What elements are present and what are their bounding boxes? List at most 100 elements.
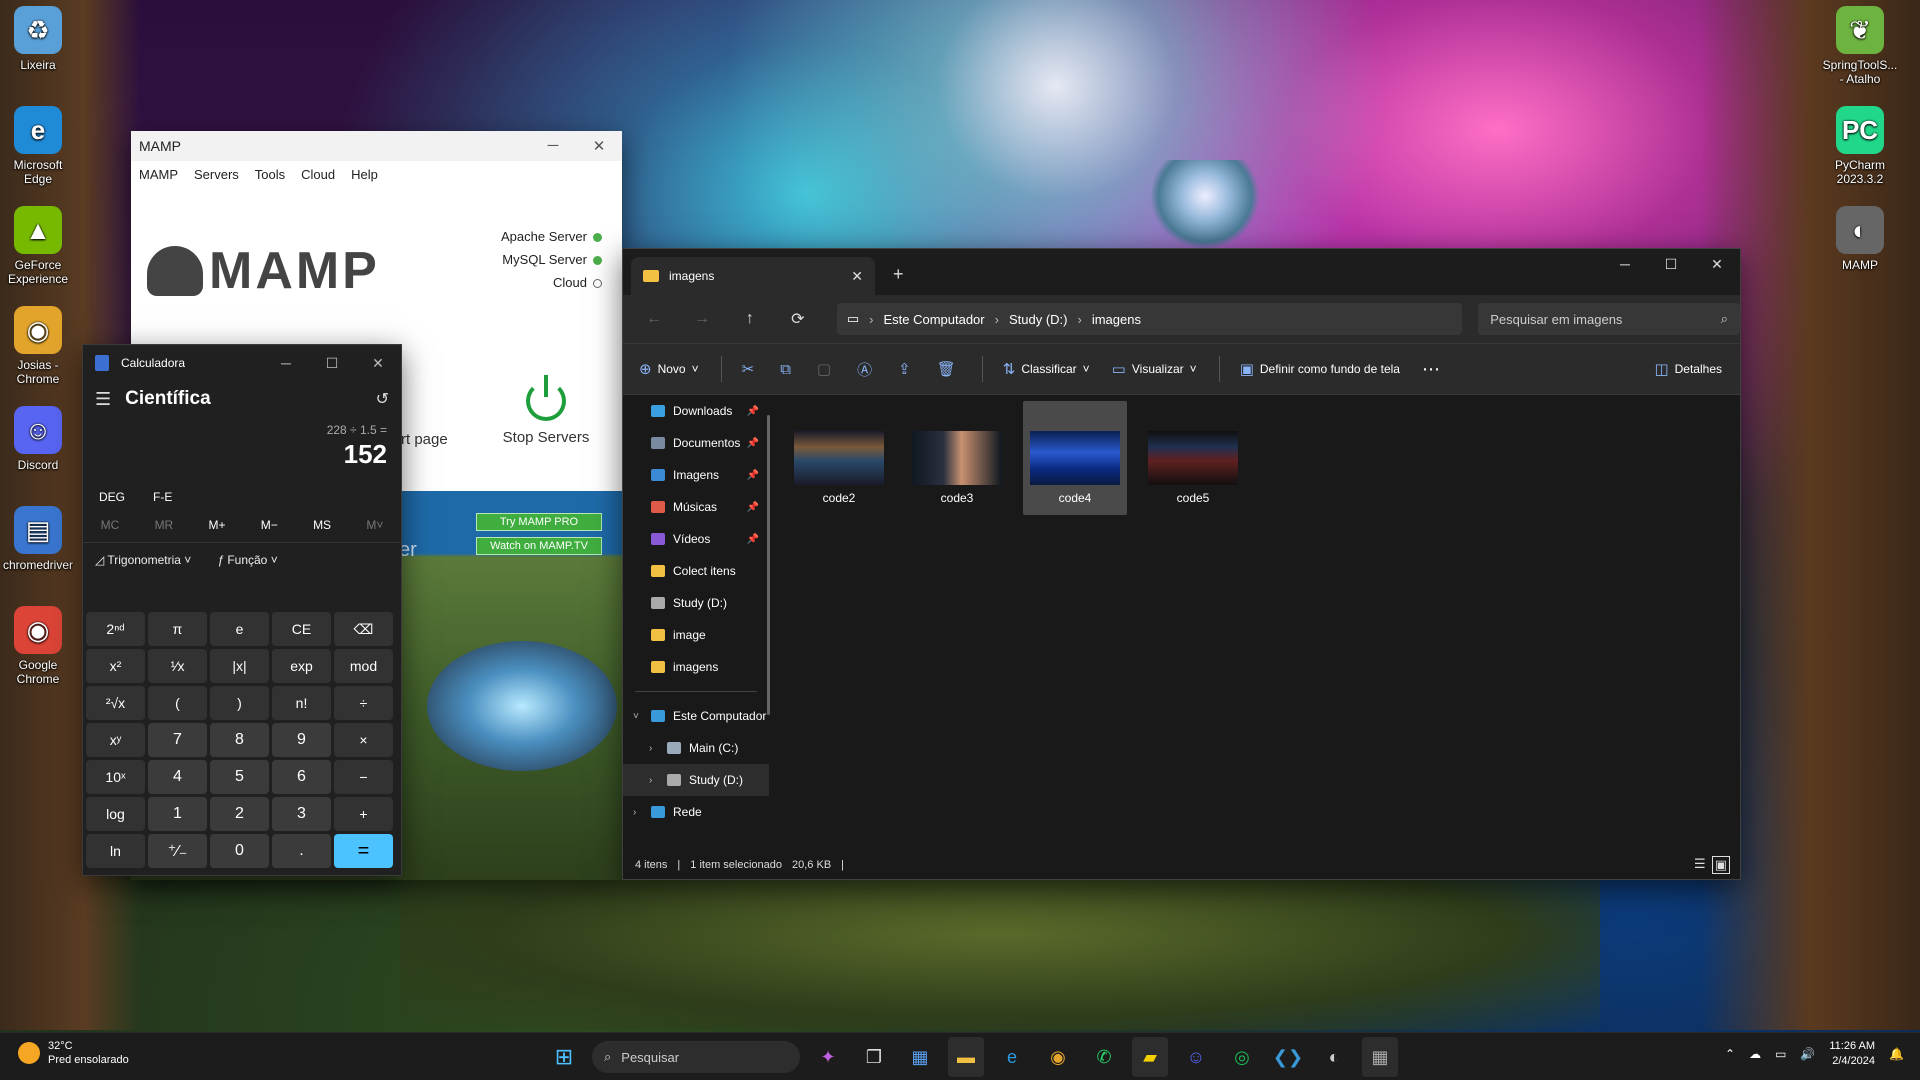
desktop-icon[interactable]: ❦ SpringToolS... - Atalho — [1822, 6, 1898, 86]
rename-icon[interactable]: Ⓐ — [857, 359, 872, 380]
start-icon[interactable]: ⊞ — [546, 1037, 582, 1077]
m-plus-button[interactable]: M+ — [209, 518, 226, 532]
calc-key[interactable]: x² — [86, 649, 145, 683]
delete-icon[interactable]: 🗑 — [937, 360, 956, 378]
chevron-right-icon[interactable]: › — [649, 743, 652, 754]
menu-help[interactable]: Help — [351, 167, 378, 182]
sidebar-item[interactable]: Músicas 📌 — [623, 491, 769, 523]
stop-servers-button[interactable]: Stop Servers — [486, 375, 606, 446]
paste-icon[interactable]: ▢ — [817, 360, 831, 378]
calc-key[interactable]: = — [334, 834, 393, 868]
notifications-icon[interactable]: 🔔 — [1889, 1047, 1904, 1061]
sidebar-item[interactable]: Vídeos 📌 — [623, 523, 769, 555]
calc-key[interactable]: 9 — [272, 723, 331, 757]
desktop-icon[interactable]: ◉ Josias - Chrome — [0, 306, 76, 386]
breadcrumb-este-computador[interactable]: Este Computador — [883, 312, 984, 327]
calc-key[interactable]: e — [210, 612, 269, 646]
file-explorer-icon[interactable]: ▬ — [948, 1037, 984, 1077]
store-icon[interactable]: ▦ — [902, 1037, 938, 1077]
calc-key[interactable]: 2ⁿᵈ — [86, 612, 145, 646]
desktop-icon[interactable]: PC PyCharm 2023.3.2 — [1822, 106, 1898, 186]
calc-key[interactable]: 3 — [272, 797, 331, 831]
ms-button[interactable]: MS — [313, 518, 331, 532]
sort-button[interactable]: ⇅ Classificar ˅ — [1003, 360, 1090, 378]
whatsapp-icon[interactable]: ✆ — [1086, 1037, 1122, 1077]
clock[interactable]: 11:26 AM 2/4/2024 — [1829, 1039, 1875, 1069]
close-icon[interactable]: ✕ — [355, 355, 401, 372]
search-input[interactable]: Pesquisar em imagens ⌕ — [1478, 303, 1740, 335]
sidebar-item[interactable]: Imagens 📌 — [623, 459, 769, 491]
menu-cloud[interactable]: Cloud — [301, 167, 335, 182]
calc-key[interactable]: ¹⁄x — [148, 649, 207, 683]
mamp-titlebar[interactable]: MAMP ─ ✕ — [131, 131, 622, 161]
spotify-icon[interactable]: ◎ — [1224, 1037, 1260, 1077]
calc-key[interactable]: xʸ — [86, 723, 145, 757]
desktop-icon[interactable]: ◐ MAMP — [1822, 206, 1898, 272]
set-wallpaper-button[interactable]: ▣ Definir como fundo de tela — [1240, 360, 1400, 378]
calc-key[interactable]: 4 — [148, 760, 207, 794]
copilot-icon[interactable]: ✦ — [810, 1037, 846, 1077]
menu-tools[interactable]: Tools — [255, 167, 285, 182]
open-start-page-button[interactable]: rt page — [401, 431, 448, 448]
copy-icon[interactable]: ⧉ — [780, 361, 791, 378]
sidebar-item[interactable]: Downloads 📌 — [623, 395, 769, 427]
chevron-right-icon[interactable]: › — [649, 775, 652, 786]
new-tab-icon[interactable]: + — [893, 264, 904, 285]
calc-key[interactable]: 2 — [210, 797, 269, 831]
sidebar-item[interactable]: Documentos 📌 — [623, 427, 769, 459]
calc-key[interactable]: 7 — [148, 723, 207, 757]
calc-key[interactable]: CE — [272, 612, 331, 646]
details-view-icon[interactable]: ☰ — [1694, 856, 1706, 874]
desktop-icon[interactable]: ▤ chromedriver — [0, 506, 76, 572]
desktop-icon[interactable]: ♻ Lixeira — [0, 6, 76, 72]
history-icon[interactable]: ↺ — [376, 389, 389, 409]
file-item[interactable]: code3 — [905, 401, 1009, 515]
calc-key[interactable]: n! — [272, 686, 331, 720]
onedrive-icon[interactable]: ☁ — [1749, 1047, 1761, 1061]
calc-key[interactable]: π — [148, 612, 207, 646]
angle-mode-button[interactable]: DEG — [99, 490, 125, 504]
task-view-icon[interactable]: ❐ — [856, 1037, 892, 1077]
back-arrow-icon[interactable]: ← — [633, 310, 675, 328]
new-button[interactable]: ⊕ Novo ˅ — [639, 360, 699, 378]
volume-icon[interactable]: 🔊 — [1800, 1047, 1815, 1061]
minimize-icon[interactable]: ─ — [530, 137, 576, 155]
view-button[interactable]: ▭ Visualizar ˅ — [1112, 360, 1197, 378]
calc-key[interactable]: 5 — [210, 760, 269, 794]
calc-key[interactable]: . — [272, 834, 331, 868]
refresh-icon[interactable]: ⟳ — [777, 309, 819, 329]
calc-key[interactable]: 8 — [210, 723, 269, 757]
desktop-icon[interactable]: e Microsoft Edge — [0, 106, 76, 186]
mc-button[interactable]: MC — [101, 518, 120, 532]
calc-key[interactable]: ( — [148, 686, 207, 720]
close-icon[interactable]: ✕ — [1694, 249, 1740, 279]
calculator-titlebar[interactable]: Calculadora ─ ☐ ✕ — [83, 345, 401, 381]
tiles-view-icon[interactable]: ▣ — [1711, 856, 1730, 874]
taskbar-search[interactable]: ⌕ Pesquisar — [592, 1041, 800, 1073]
calc-key[interactable]: ²√x — [86, 686, 145, 720]
calc-key[interactable]: mod — [334, 649, 393, 683]
address-bar[interactable]: ▭ › Este Computador › Study (D:) › image… — [836, 303, 1463, 335]
try-mamp-pro-button[interactable]: Try MAMP PRO — [476, 513, 602, 531]
calc-key[interactable]: |x| — [210, 649, 269, 683]
chevron-up-icon[interactable]: ⌃ — [1725, 1047, 1735, 1061]
tree-item[interactable]: › Rede — [623, 796, 769, 828]
more-options-icon[interactable]: ⋯ — [1422, 359, 1440, 380]
details-button[interactable]: ◫ Detalhes — [1654, 360, 1722, 378]
hamburger-menu-icon[interactable]: ☰ — [95, 389, 111, 410]
memory-list-button[interactable]: M˅ — [366, 518, 383, 532]
mr-button[interactable]: MR — [155, 518, 174, 532]
edge-icon[interactable]: e — [994, 1037, 1030, 1077]
breadcrumb-study[interactable]: Study (D:) — [1009, 312, 1068, 327]
calc-key[interactable]: ) — [210, 686, 269, 720]
maximize-icon[interactable]: ☐ — [1648, 249, 1694, 279]
discord-icon[interactable]: ☺ — [1178, 1037, 1214, 1077]
calc-key[interactable]: 10ˣ — [86, 760, 145, 794]
breadcrumb-imagens[interactable]: imagens — [1092, 312, 1141, 327]
minimize-icon[interactable]: ─ — [263, 355, 309, 372]
calc-key[interactable]: ÷ — [334, 686, 393, 720]
trigonometry-dropdown[interactable]: ◿ Trigonometria ˅ — [95, 553, 191, 567]
weather-widget[interactable]: 32°C Pred ensolarado — [18, 1039, 129, 1067]
chrome-icon[interactable]: ◉ — [1040, 1037, 1076, 1077]
share-icon[interactable]: ⇪ — [898, 360, 911, 378]
